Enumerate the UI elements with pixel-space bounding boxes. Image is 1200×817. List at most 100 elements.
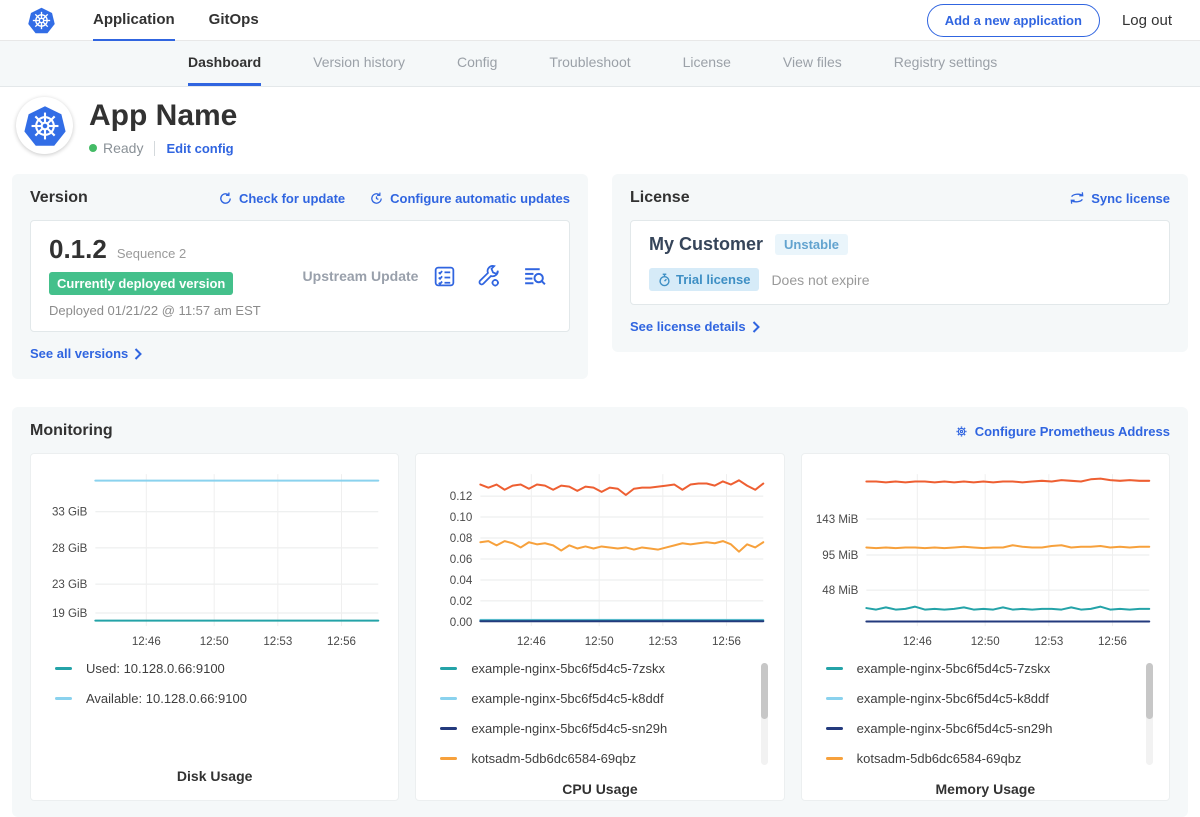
- channel-badge: Unstable: [775, 234, 848, 255]
- svg-text:23 GiB: 23 GiB: [52, 579, 88, 591]
- version-number: 0.1.2: [49, 234, 107, 265]
- refresh-icon: [218, 191, 233, 206]
- version-card-title: Version: [30, 189, 88, 207]
- trial-license-label: Trial license: [676, 272, 750, 287]
- license-card-title: License: [630, 189, 690, 207]
- legend-item: kotsadm-5db6dc6584-69qbz: [440, 751, 773, 766]
- svg-text:33 GiB: 33 GiB: [52, 507, 88, 519]
- svg-text:48 MiB: 48 MiB: [822, 585, 858, 597]
- status-dot: [89, 144, 97, 152]
- legend-color-dash: [55, 667, 72, 670]
- legend-scrollbar[interactable]: [761, 663, 768, 765]
- version-card: Version Check for update: [12, 174, 588, 379]
- tab-license[interactable]: License: [683, 41, 731, 86]
- legend-label: Used: 10.128.0.66:9100: [86, 661, 225, 676]
- version-sequence: Sequence 2: [117, 246, 186, 261]
- view-diff-logs-icon[interactable]: [522, 264, 547, 289]
- legend-color-dash: [55, 697, 72, 700]
- preflight-checks-icon[interactable]: [432, 264, 457, 289]
- legend-color-dash: [440, 667, 457, 670]
- svg-text:0.00: 0.00: [450, 617, 473, 629]
- see-license-details-label: See license details: [630, 319, 746, 334]
- scrollbar-thumb[interactable]: [761, 663, 768, 719]
- legend-color-dash: [826, 697, 843, 700]
- legend-label: example-nginx-5bc6f5d4c5-k8ddf: [857, 691, 1049, 706]
- svg-text:0.10: 0.10: [450, 512, 473, 524]
- legend-label: kotsadm-5db6dc6584-69qbz: [471, 751, 636, 766]
- currently-deployed-badge: Currently deployed version: [49, 272, 233, 295]
- chevron-right-icon: [752, 321, 760, 333]
- tab-registry-settings[interactable]: Registry settings: [894, 41, 997, 86]
- legend-scrollbar[interactable]: [1146, 663, 1153, 765]
- svg-text:0.02: 0.02: [450, 596, 473, 608]
- clock-refresh-icon: [369, 191, 384, 206]
- divider: [154, 141, 155, 156]
- svg-text:0.04: 0.04: [450, 575, 473, 587]
- tab-troubleshoot[interactable]: Troubleshoot: [549, 41, 630, 86]
- svg-text:12:56: 12:56: [1098, 636, 1127, 648]
- svg-text:95 MiB: 95 MiB: [822, 550, 858, 562]
- tab-version-history[interactable]: Version history: [313, 41, 405, 86]
- legend-color-dash: [826, 757, 843, 760]
- disk-usage-plot: 19 GiB23 GiB28 GiB33 GiB12:4612:5012:531…: [41, 464, 388, 653]
- license-card: License Sync license My Customer Unstabl…: [612, 174, 1188, 352]
- svg-text:12:53: 12:53: [1034, 636, 1063, 648]
- legend-item: example-nginx-5bc6f5d4c5-7zskx: [826, 661, 1159, 676]
- status-badge: Ready: [103, 140, 143, 156]
- svg-text:12:53: 12:53: [649, 636, 678, 648]
- gear-icon: [954, 424, 969, 439]
- app-avatar: [16, 97, 73, 154]
- legend-label: example-nginx-5bc6f5d4c5-7zskx: [857, 661, 1051, 676]
- kubernetes-logo-icon: [28, 7, 55, 34]
- check-for-update-link[interactable]: Check for update: [218, 191, 345, 206]
- legend-label: example-nginx-5bc6f5d4c5-k8ddf: [471, 691, 663, 706]
- chart-title: CPU Usage: [426, 781, 773, 797]
- legend-label: example-nginx-5bc6f5d4c5-7zskx: [471, 661, 665, 676]
- legend-label: example-nginx-5bc6f5d4c5-sn29h: [471, 721, 667, 736]
- legend-color-dash: [440, 727, 457, 730]
- page-title: App Name: [89, 99, 237, 133]
- legend-item: Available: 10.128.0.66:9100: [55, 691, 388, 706]
- legend-label: kotsadm-5db6dc6584-69qbz: [857, 751, 1022, 766]
- svg-text:12:56: 12:56: [712, 636, 741, 648]
- svg-text:0.06: 0.06: [450, 554, 473, 566]
- see-license-details-link[interactable]: See license details: [630, 319, 760, 334]
- tab-config[interactable]: Config: [457, 41, 497, 86]
- legend-item: example-nginx-5bc6f5d4c5-sn29h: [440, 721, 773, 736]
- legend-item: example-nginx-5bc6f5d4c5-7zskx: [440, 661, 773, 676]
- nav-tab-gitops[interactable]: GitOps: [209, 0, 259, 41]
- chart-title: Disk Usage: [41, 768, 388, 784]
- edit-config-wrench-icon[interactable]: [477, 264, 502, 289]
- chevron-right-icon: [134, 348, 142, 360]
- sync-license-link[interactable]: Sync license: [1069, 191, 1170, 206]
- scrollbar-thumb[interactable]: [1146, 663, 1153, 719]
- add-new-application-button[interactable]: Add a new application: [927, 4, 1100, 37]
- edit-config-link[interactable]: Edit config: [166, 141, 233, 156]
- legend-color-dash: [440, 757, 457, 760]
- legend-item: example-nginx-5bc6f5d4c5-k8ddf: [826, 691, 1159, 706]
- disk-usage-legend: Used: 10.128.0.66:9100 Available: 10.128.…: [55, 661, 388, 768]
- svg-text:12:46: 12:46: [902, 636, 931, 648]
- tab-dashboard[interactable]: Dashboard: [188, 41, 261, 86]
- configure-prometheus-link[interactable]: Configure Prometheus Address: [954, 424, 1170, 439]
- chart-title: Memory Usage: [812, 781, 1159, 797]
- legend-color-dash: [440, 697, 457, 700]
- license-expiry: Does not expire: [771, 272, 869, 288]
- legend-item: Used: 10.128.0.66:9100: [55, 661, 388, 676]
- svg-text:19 GiB: 19 GiB: [52, 608, 88, 620]
- configure-automatic-updates-label: Configure automatic updates: [390, 191, 570, 206]
- tab-view-files[interactable]: View files: [783, 41, 842, 86]
- legend-item: kotsadm-5db6dc6584-69qbz: [826, 751, 1159, 766]
- configure-prometheus-label: Configure Prometheus Address: [975, 424, 1170, 439]
- nav-tab-application[interactable]: Application: [93, 0, 175, 41]
- see-all-versions-link[interactable]: See all versions: [30, 346, 142, 361]
- check-for-update-label: Check for update: [239, 191, 345, 206]
- configure-automatic-updates-link[interactable]: Configure automatic updates: [369, 191, 570, 206]
- legend-item: example-nginx-5bc6f5d4c5-k8ddf: [440, 691, 773, 706]
- memory-usage-legend: example-nginx-5bc6f5d4c5-7zskx example-ng…: [826, 661, 1159, 781]
- svg-text:0.12: 0.12: [450, 491, 473, 503]
- logout-link[interactable]: Log out: [1122, 12, 1172, 29]
- svg-text:28 GiB: 28 GiB: [52, 543, 88, 555]
- license-panel: My Customer Unstable Trial license Does …: [630, 220, 1170, 305]
- legend-color-dash: [826, 667, 843, 670]
